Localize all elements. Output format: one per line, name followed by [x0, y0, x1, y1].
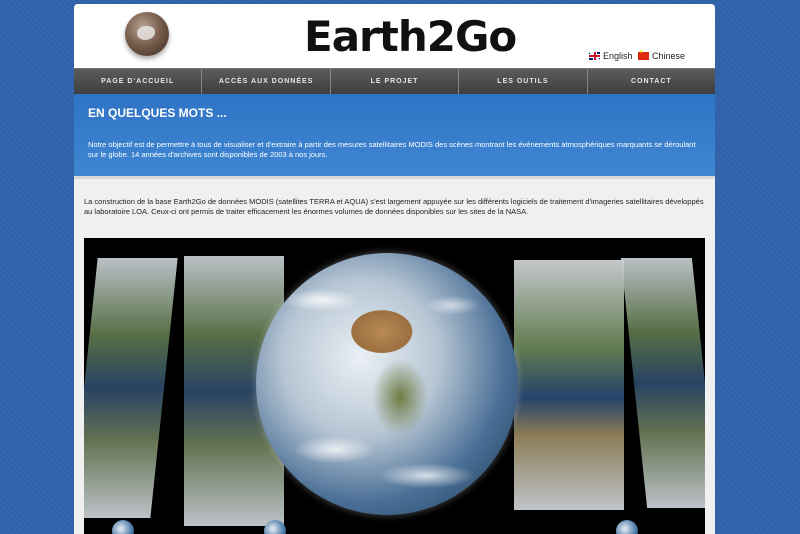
language-english-link[interactable]: English	[589, 51, 633, 61]
site-header: Earth2Go English Chinese	[74, 4, 715, 68]
swath-strip	[84, 258, 178, 518]
small-globe-icon[interactable]	[112, 520, 134, 534]
china-flag-icon	[638, 49, 649, 60]
swath-strip	[514, 260, 624, 510]
intro-paragraph: La construction de la base Earth2Go de d…	[84, 197, 704, 216]
language-chinese-link[interactable]: Chinese	[638, 49, 686, 61]
nav-item-data-access[interactable]: ACCÈS AUX DONNÉES	[202, 69, 331, 94]
page-container: Earth2Go English Chinese PAGE D'ACCUEIL …	[74, 4, 715, 534]
uk-flag-icon	[589, 52, 600, 60]
main-nav: PAGE D'ACCUEIL ACCÈS AUX DONNÉES LE PROJ…	[74, 68, 715, 94]
small-globe-icon[interactable]	[616, 520, 638, 534]
language-label: English	[603, 51, 633, 61]
cloud-cover-overlay	[256, 253, 518, 515]
intro-banner: EN QUELQUES MOTS ... Notre objectif est …	[74, 94, 715, 176]
banner-heading: EN QUELQUES MOTS ...	[88, 106, 227, 120]
nav-item-tools[interactable]: LES OUTILS	[459, 69, 588, 94]
swath-strip	[620, 258, 705, 508]
nav-item-project[interactable]: LE PROJET	[331, 69, 460, 94]
banner-text: Notre objectif est de permettre à tous d…	[88, 140, 696, 159]
satellite-world-map-image	[84, 238, 705, 534]
site-title[interactable]: Earth2Go	[304, 12, 517, 61]
language-label: Chinese	[652, 51, 686, 61]
nav-item-home[interactable]: PAGE D'ACCUEIL	[74, 69, 203, 94]
globe-logo-icon[interactable]	[125, 12, 169, 56]
nav-item-contact[interactable]: CONTACT	[588, 69, 715, 94]
